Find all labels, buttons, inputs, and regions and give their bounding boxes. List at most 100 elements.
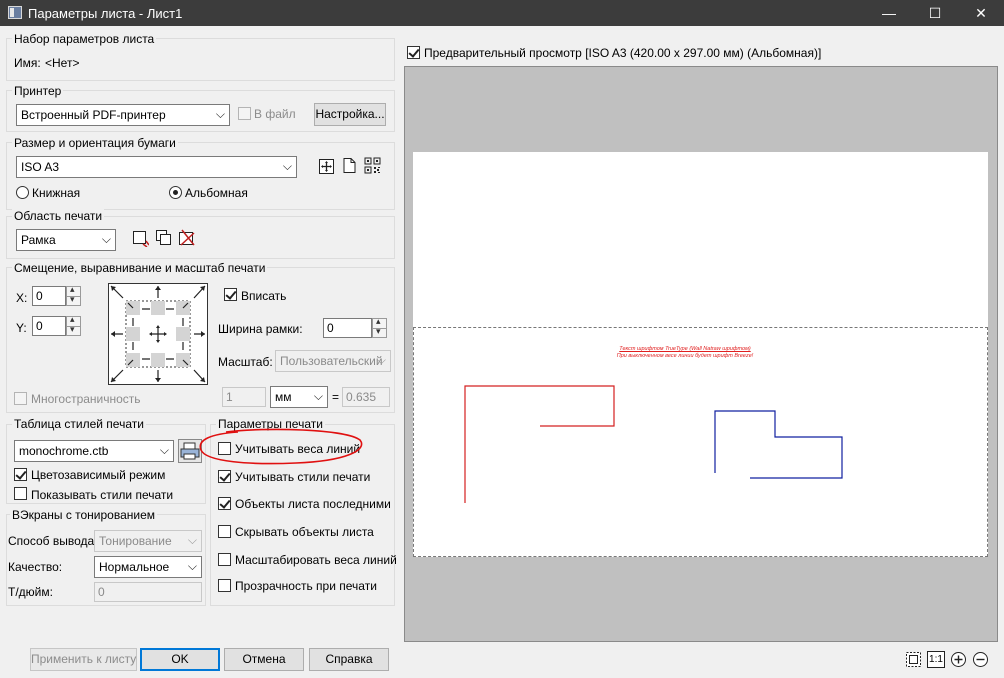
blue-polyline [714,410,843,479]
x-offset-input[interactable]: 0 [32,286,66,306]
printer-select[interactable]: Встроенный PDF-принтер ⌵ [16,104,230,126]
zoom-out-icon[interactable] [972,651,989,668]
to-file-checkbox[interactable] [238,107,251,120]
offset-scale-group-title: Смещение, выравнивание и масштаб печати [12,261,268,275]
ok-button[interactable]: OK [140,648,220,671]
chevron-down-icon: ⌵ [101,232,111,246]
scale-select-value: Пользовательский [280,354,383,368]
x-offset-label: X: [16,291,28,305]
scale-numerator-input[interactable]: 1 [222,387,266,407]
y-offset-input[interactable]: 0 [32,316,66,336]
frame-width-spinner[interactable] [372,316,387,338]
scale-lineweights-label: Масштабировать веса линий [235,553,397,567]
scale-unit-select[interactable]: мм ⌵ [270,386,328,408]
plot-style-value: monochrome.ctb [19,444,109,458]
landscape-label: Альбомная [185,186,248,200]
page-icon[interactable] [341,157,358,174]
portrait-radio[interactable] [16,186,29,199]
shaded-viewports-group-title: ВЭкраны с тонированием [10,508,158,522]
color-dependent-label: Цветозависимый режим [31,468,166,482]
close-button[interactable]: ✕ [958,0,1004,26]
chevron-down-icon: ⌵ [282,159,292,173]
print-area-value: Рамка [21,233,56,247]
to-file-label: В файл [254,107,296,121]
cancel-button[interactable]: Отмена [224,648,304,671]
quality-value: Нормальное [99,560,170,574]
y-offset-spinner[interactable] [66,314,81,336]
plot-with-styles-checkbox[interactable] [218,470,231,483]
red-polyline [464,385,615,503]
scale-denominator-input[interactable]: 0.635 [342,387,390,407]
printer-settings-button[interactable]: Настройка... [314,103,386,126]
chevron-down-icon: ⌵ [187,533,197,547]
chevron-down-icon: ⌵ [313,389,323,403]
pick-window-icon[interactable] [132,230,149,247]
plot-transparency-checkbox[interactable] [218,579,231,592]
quality-label: Качество: [8,560,63,574]
chevron-down-icon: ⌵ [376,353,386,367]
name-label: Имя: [14,56,41,70]
frame-width-label: Ширина рамки: [218,322,303,336]
scale-select[interactable]: Пользовательский ⌵ [275,350,391,372]
qr-code-icon[interactable] [364,157,381,174]
dpi-input[interactable]: 0 [94,582,202,602]
fit-to-paper-label: Вписать [241,289,287,303]
scale-lineweights-checkbox[interactable] [218,553,231,566]
chevron-down-icon: ⌵ [187,559,197,573]
maximize-button[interactable]: ☐ [912,0,958,26]
zoom-extents-icon[interactable] [905,651,922,668]
window-title: Параметры листа - Лист1 [28,6,183,21]
show-plot-styles-checkbox[interactable] [14,487,27,500]
paperspace-last-checkbox[interactable] [218,497,231,510]
help-button[interactable]: Справка [309,648,389,671]
title-bar: Параметры листа - Лист1 — ☐ ✕ [0,0,1004,26]
landscape-radio[interactable] [169,186,182,199]
portrait-label: Книжная [32,186,81,200]
quality-select[interactable]: Нормальное ⌵ [94,556,202,578]
plot-transparency-label: Прозрачность при печати [235,579,377,593]
apply-to-layout-button[interactable]: Применить к листу [30,648,137,671]
paperspace-last-label: Объекты листа последними [235,497,391,511]
chevron-down-icon: ⌵ [215,107,225,121]
dpi-label: Т/дюйм: [8,585,53,599]
remove-window-icon[interactable] [178,229,195,246]
preview-checkbox[interactable] [407,46,420,59]
paper-size-value: ISO A3 [21,160,60,174]
printer-group-title: Принтер [12,84,64,98]
plot-style-group-title: Таблица стилей печати [12,417,146,431]
zoom-in-icon[interactable] [950,651,967,668]
highlight-ellipse [199,428,363,465]
name-value: <Нет> [45,56,80,70]
shade-output-select[interactable]: Тонирование ⌵ [94,530,202,552]
plot-style-select[interactable]: monochrome.ctb ⌵ [14,440,174,462]
multipage-label: Многостраничность [31,392,141,406]
y-offset-label: Y: [16,321,27,335]
scale-unit-value: мм [275,390,292,404]
chevron-down-icon: ⌵ [159,443,169,457]
alignment-grid[interactable] [108,283,208,385]
add-window-icon[interactable] [155,229,172,246]
print-area-select[interactable]: Рамка ⌵ [16,229,116,251]
page-setup-group-title: Набор параметров листа [12,32,157,46]
frame-width-input[interactable]: 0 [323,318,372,338]
color-dependent-checkbox[interactable] [14,468,27,481]
multipage-checkbox[interactable] [14,392,27,405]
x-offset-spinner[interactable] [66,284,81,306]
equals-sign: = [332,390,340,404]
zoom-one-to-one-icon[interactable]: 1:1 [927,651,945,668]
minimize-button[interactable]: — [866,0,912,26]
preview-drawing [464,385,843,503]
hide-paperspace-label: Скрывать объекты листа [235,525,374,539]
show-plot-styles-label: Показывать стили печати [31,488,174,502]
preview-checkbox-label: Предварительный просмотр [ISO A3 (420.00… [424,46,822,60]
hide-paperspace-checkbox[interactable] [218,525,231,538]
paper-size-select[interactable]: ISO A3 ⌵ [16,156,297,178]
plot-with-styles-label: Учитывать стили печати [235,470,371,484]
scale-label: Масштаб: [218,355,273,369]
printer-select-value: Встроенный PDF-принтер [21,108,166,122]
fit-to-paper-checkbox[interactable] [224,288,237,301]
add-paper-size-icon[interactable] [318,158,335,175]
paper-group-title: Размер и ориентация бумаги [12,136,178,150]
shade-output-label: Способ вывода: [8,534,98,548]
shade-output-value: Тонирование [99,534,172,548]
